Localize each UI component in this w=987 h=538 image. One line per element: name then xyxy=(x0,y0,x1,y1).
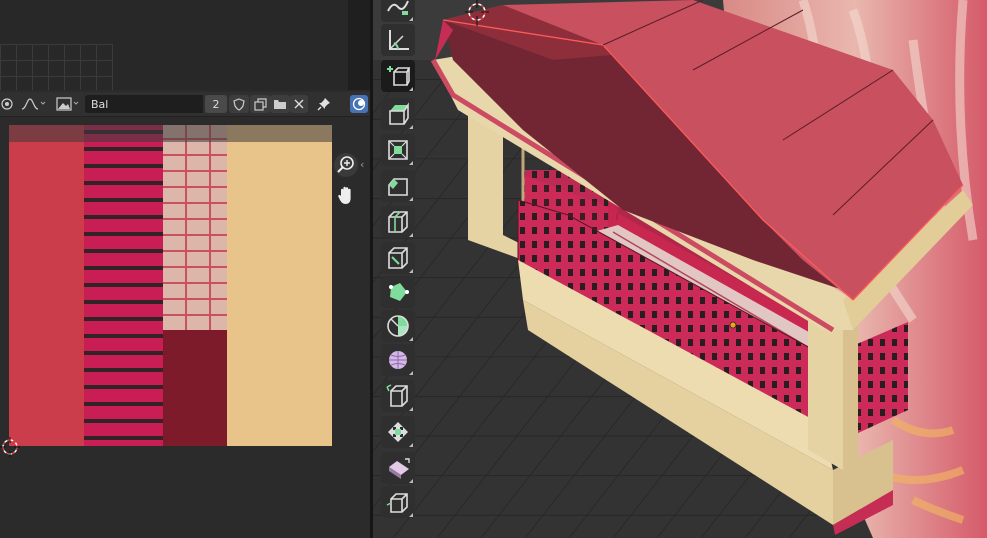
shrink-fatten-tool[interactable] xyxy=(381,416,415,448)
texture-sand-strip xyxy=(227,125,332,446)
poly-build-icon xyxy=(389,283,409,301)
loop-cut-tool[interactable] xyxy=(381,206,415,238)
extrude-region-tool[interactable] xyxy=(381,98,415,130)
edge-slide-icon xyxy=(386,384,408,407)
measure-tool[interactable] xyxy=(381,24,415,56)
duplicate-image-icon[interactable] xyxy=(250,95,270,113)
viewport-toolbar xyxy=(377,0,419,520)
spin-icon xyxy=(387,315,409,337)
unlink-close-icon[interactable] xyxy=(290,95,308,113)
object-origin xyxy=(729,321,737,329)
proportional-falloff-icon[interactable] xyxy=(18,95,48,113)
smooth-tool[interactable] xyxy=(381,344,415,376)
uv-editor[interactable]: Bal 2 ‹ xyxy=(0,0,370,538)
poly-build-tool[interactable] xyxy=(381,276,415,308)
bevel-tool[interactable] xyxy=(381,170,415,202)
viewport-scene xyxy=(373,0,987,538)
image-name-text: Bal xyxy=(91,97,109,111)
spin-tool[interactable] xyxy=(381,310,415,342)
texture-lattice-strip xyxy=(84,125,163,446)
edge-slide-tool[interactable] xyxy=(381,380,415,412)
texture-wood-planks xyxy=(163,125,227,330)
texture-top-band xyxy=(9,125,332,142)
overlay-toggle-icon[interactable] xyxy=(350,95,368,113)
rip-region-icon xyxy=(386,493,408,513)
texture-image xyxy=(9,125,332,446)
inset-icon xyxy=(388,140,408,160)
image-users-count[interactable]: 2 xyxy=(205,95,227,113)
knife-tool[interactable] xyxy=(381,242,415,274)
knife-icon xyxy=(388,247,408,269)
texture-dark-red-block xyxy=(163,330,227,446)
add-cube-icon xyxy=(387,66,411,86)
pin-icon[interactable] xyxy=(314,95,334,113)
annotate-icon xyxy=(387,0,409,15)
smooth-icon xyxy=(389,351,407,369)
loop-cut-icon xyxy=(388,211,408,233)
shear-icon xyxy=(389,458,410,479)
extrude-icon xyxy=(389,102,409,125)
image-editor-header: Bal 2 xyxy=(0,92,370,117)
sidebar-collapse-chevron[interactable]: ‹ xyxy=(360,158,364,171)
shrink-fatten-icon xyxy=(388,422,408,442)
image-name-field[interactable]: Bal xyxy=(85,95,203,113)
inset-faces-tool[interactable] xyxy=(381,134,415,166)
measure-icon xyxy=(389,30,409,50)
shear-tool[interactable] xyxy=(381,452,415,484)
rip-region-tool[interactable] xyxy=(381,486,415,518)
image-browse-icon[interactable] xyxy=(55,95,83,113)
pivot-icon[interactable] xyxy=(0,95,14,113)
upper-editor-grid xyxy=(0,44,113,90)
add-cube-tool[interactable] xyxy=(381,60,415,92)
bevel-icon xyxy=(388,178,408,196)
fake-user-shield-icon[interactable] xyxy=(229,95,249,113)
pan-hand-icon[interactable] xyxy=(334,183,358,207)
zoom-icon[interactable] xyxy=(334,153,358,177)
3d-viewport[interactable] xyxy=(373,0,987,538)
upper-editor-scrollbar[interactable] xyxy=(348,0,370,90)
2d-cursor-icon[interactable] xyxy=(0,437,20,457)
annotate-tool[interactable] xyxy=(381,0,415,22)
texture-red-strip xyxy=(9,125,84,446)
open-folder-icon[interactable] xyxy=(270,95,290,113)
